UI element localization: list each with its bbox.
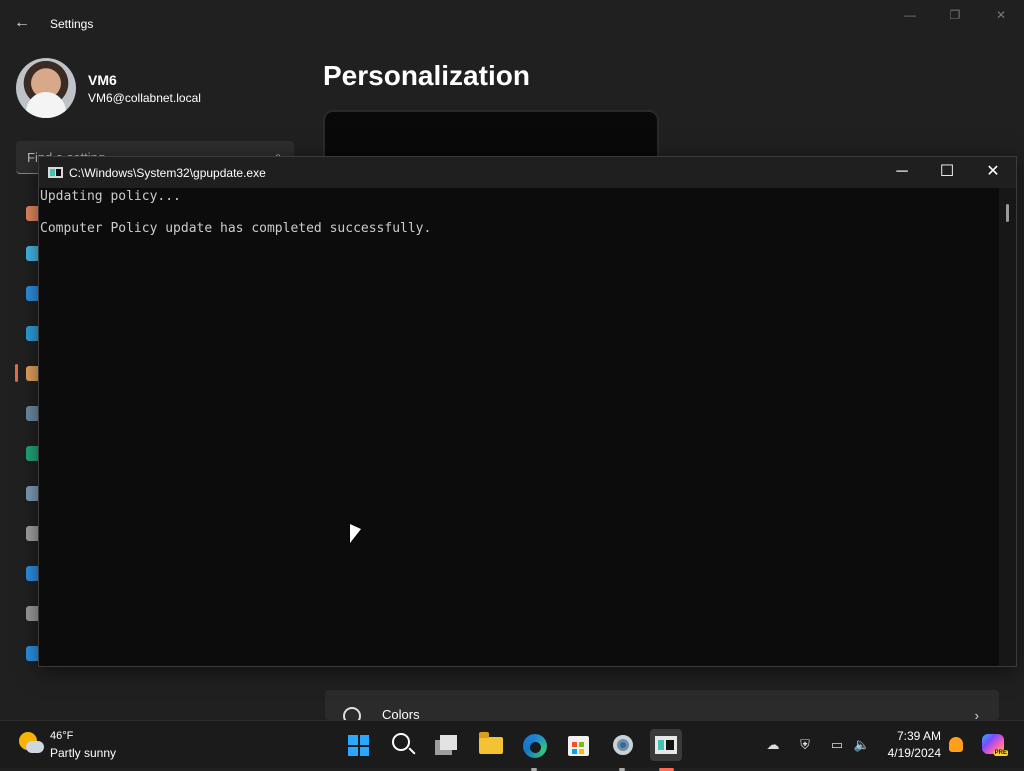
- microsoft-store-button[interactable]: [562, 729, 594, 761]
- console-icon: [655, 736, 677, 754]
- console-close-button[interactable]: ✕: [975, 162, 1011, 184]
- taskbar: 46°F Partly sunny ☁ ⛨ ▭ 🔈 7:39 AM 4/19/2…: [0, 720, 1024, 771]
- user-email: VM6@collabnet.local: [88, 91, 201, 105]
- console-app-icon: [48, 167, 63, 178]
- volume-icon[interactable]: 🔈: [853, 737, 871, 753]
- console-scrollbar[interactable]: [999, 188, 1016, 666]
- taskbar-search-button[interactable]: [386, 729, 418, 761]
- selected-nav-indicator: [15, 364, 18, 382]
- console-line: Computer Policy update has completed suc…: [40, 221, 432, 236]
- avatar[interactable]: [16, 58, 76, 118]
- console-maximize-button[interactable]: ☐: [929, 162, 965, 184]
- settings-taskbar-button[interactable]: [606, 729, 638, 771]
- settings-restore-button[interactable]: ❐: [937, 8, 973, 26]
- page-title: Personalization: [323, 60, 530, 91]
- user-name: VM6: [88, 72, 117, 88]
- edge-icon: [523, 734, 547, 758]
- edge-button[interactable]: [518, 729, 550, 771]
- back-button[interactable]: ←: [14, 14, 34, 34]
- folder-icon: [479, 732, 503, 754]
- console-title: C:\Windows\System32\gpupdate.exe: [69, 166, 266, 180]
- onedrive-icon[interactable]: ☁: [764, 737, 782, 753]
- copilot-icon[interactable]: [982, 734, 1008, 756]
- console-titlebar[interactable]: C:\Windows\System32\gpupdate.exe ─ ☐ ✕: [39, 157, 1016, 188]
- clock-date[interactable]: 4/19/2024: [888, 746, 941, 760]
- console-window[interactable]: C:\Windows\System32\gpupdate.exe ─ ☐ ✕ U…: [38, 156, 1017, 667]
- task-view-icon: [435, 735, 457, 755]
- console-output[interactable]: Updating policy... Computer Policy updat…: [39, 188, 999, 666]
- store-icon: [568, 736, 589, 756]
- settings-close-button[interactable]: ✕: [983, 8, 1019, 26]
- console-taskbar-button[interactable]: [650, 729, 682, 771]
- partly-sunny-icon[interactable]: [18, 732, 44, 754]
- task-view-button[interactable]: [430, 729, 462, 761]
- display-icon[interactable]: ▭: [828, 737, 846, 753]
- settings-title: Settings: [50, 17, 94, 31]
- start-button[interactable]: [342, 729, 374, 761]
- mouse-pointer-icon: [350, 524, 361, 543]
- scroll-thumb[interactable]: [1006, 204, 1009, 222]
- gear-icon: [613, 735, 633, 755]
- cloud-icon: [26, 741, 44, 753]
- console-minimize-button[interactable]: ─: [884, 162, 920, 184]
- settings-titlebar: ← Settings — ❐ ✕: [0, 0, 1024, 48]
- console-line: Updating policy...: [40, 189, 181, 204]
- weather-temperature[interactable]: 46°F: [50, 730, 73, 742]
- weather-description[interactable]: Partly sunny: [50, 746, 116, 760]
- colors-setting-card[interactable]: Colors ›: [325, 690, 999, 725]
- notification-bell-icon[interactable]: [949, 737, 963, 752]
- search-icon: [392, 733, 410, 751]
- windows-logo-icon: [348, 735, 369, 756]
- settings-minimize-button[interactable]: —: [892, 8, 928, 26]
- defender-icon[interactable]: ⛨: [796, 737, 814, 753]
- clock-time[interactable]: 7:39 AM: [897, 729, 941, 743]
- file-explorer-button[interactable]: [474, 729, 506, 761]
